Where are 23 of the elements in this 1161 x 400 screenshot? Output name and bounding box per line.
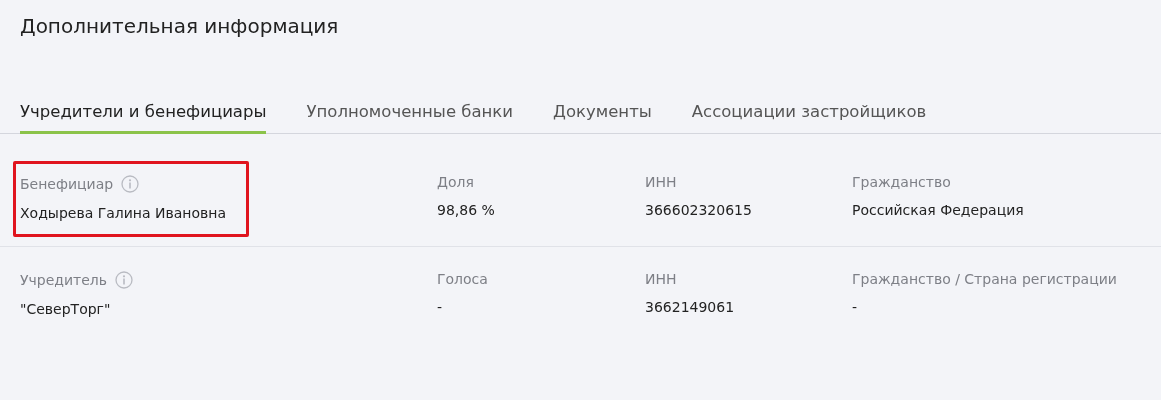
field-label: Голоса: [437, 271, 488, 287]
field-value: 3662149061: [645, 299, 736, 315]
field-label: Бенефициар: [20, 176, 114, 192]
field-value: "СеверТорг": [20, 301, 112, 317]
field-value: 98,86 %: [437, 202, 496, 218]
tab[interactable]: Уполномоченные банки: [306, 102, 514, 134]
field-label: ИНН: [645, 174, 677, 190]
field-label: Гражданство / Страна регистрации: [852, 271, 1117, 287]
section-title: Дополнительная информация: [19, 13, 340, 40]
tab[interactable]: Ассоциации застройщиков: [691, 102, 927, 134]
field-label: Доля: [437, 174, 474, 190]
field-label: ИНН: [645, 271, 677, 287]
field-value: 366602320615: [645, 202, 753, 218]
field-value: -: [852, 299, 859, 315]
info-icon[interactable]: [121, 175, 140, 193]
field-value: Российская Федерация: [852, 202, 1025, 218]
field-label: Гражданство: [852, 174, 951, 190]
tab[interactable]: Учредители и бенефициары: [20, 102, 267, 134]
tab[interactable]: Документы: [553, 102, 652, 134]
field-label: Учредитель: [20, 272, 108, 288]
field-value: -: [437, 299, 444, 315]
field-value: Ходырева Галина Ивановна: [20, 205, 227, 221]
info-icon[interactable]: [115, 271, 134, 289]
